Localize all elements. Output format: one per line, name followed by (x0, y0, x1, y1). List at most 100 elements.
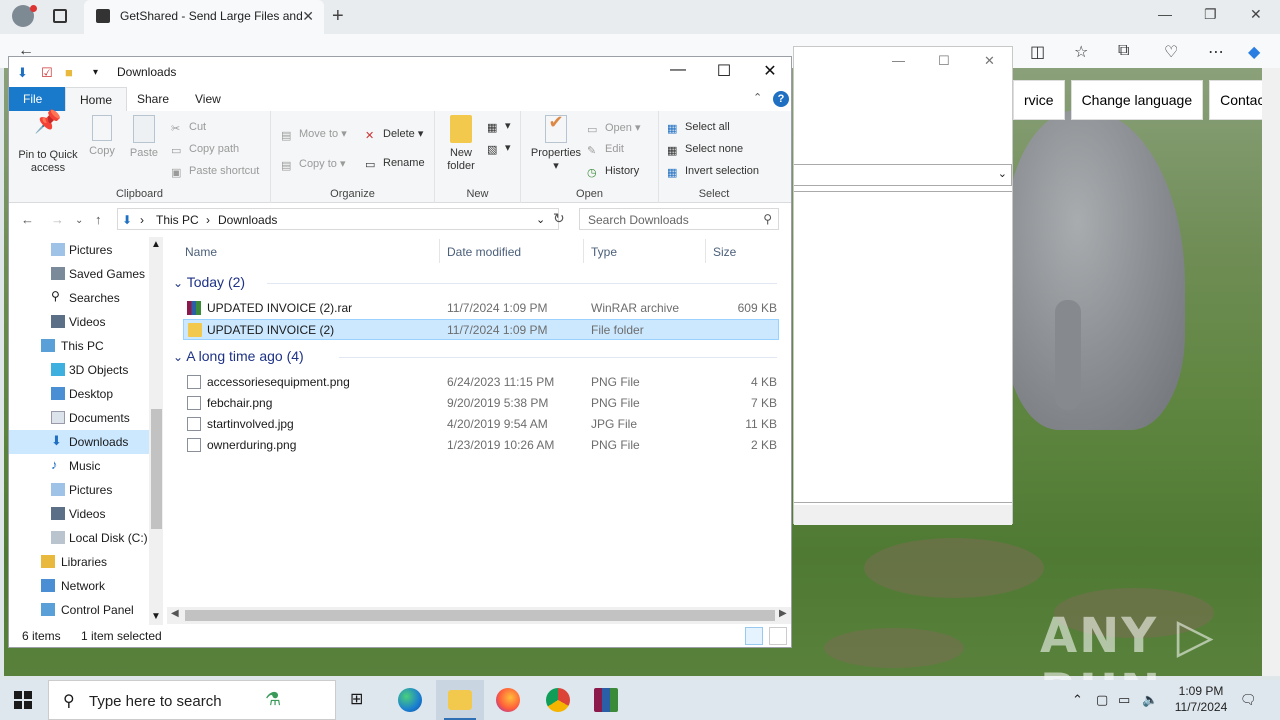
browser-essentials-icon[interactable]: ♡ (1164, 42, 1178, 62)
pin-quick-access-button[interactable]: 📌 Pin to Quick access (15, 111, 81, 175)
favorites-icon[interactable]: ☆ (1074, 42, 1088, 62)
collections-icon[interactable]: ⧉ (1118, 42, 1129, 60)
column-type[interactable]: Type (591, 245, 617, 259)
nav-item-documents[interactable]: Documents (9, 406, 149, 430)
page-scrollbar[interactable] (1262, 68, 1280, 676)
help-icon[interactable]: ? (773, 91, 789, 107)
scroll-right-icon[interactable]: ▶ (779, 608, 787, 619)
minimize-button[interactable]: — (655, 61, 701, 79)
notifications-icon[interactable]: 🗨 (1240, 692, 1257, 708)
dialog-list-box[interactable] (794, 191, 1012, 503)
file-row-folder[interactable]: UPDATED INVOICE (2) 11/7/2024 1:09 PM Fi… (183, 319, 779, 340)
nav-item-control-panel[interactable]: Control Panel (9, 598, 149, 622)
browser-restore-button[interactable]: ❐ (1204, 6, 1217, 23)
select-none-button[interactable]: ▦ Select none (667, 143, 743, 157)
browser-tab[interactable]: GetShared - Send Large Files and ✕ (84, 0, 324, 34)
tab-view[interactable]: View (181, 87, 235, 111)
search-input[interactable]: Search Downloads ⚲ (579, 208, 779, 230)
nav-link-change-language[interactable]: Change language (1070, 80, 1204, 120)
copilot-icon[interactable]: ◆ (1248, 42, 1260, 62)
maximize-button[interactable]: ☐ (701, 61, 747, 81)
new-folder-quick-icon[interactable]: ■ (65, 65, 73, 80)
nav-item-desktop[interactable]: Desktop (9, 382, 149, 406)
up-arrow-icon[interactable]: ↑ (95, 212, 102, 227)
new-folder-button[interactable]: New folder (443, 115, 479, 173)
volume-icon[interactable]: 🔈 (1142, 692, 1158, 708)
scroll-down-icon[interactable]: ▼ (151, 611, 161, 622)
taskbar-search-box[interactable]: ⚲ Type here to search ⚗ (48, 680, 336, 720)
breadcrumb-this-pc[interactable]: This PC (156, 213, 199, 227)
nav-item-local-disk[interactable]: Local Disk (C:) (9, 526, 149, 550)
close-button[interactable]: ✕ (747, 61, 793, 81)
browser-minimize-button[interactable]: — (1158, 6, 1172, 22)
browser-close-button[interactable]: ✕ (1250, 6, 1262, 23)
paste-button[interactable]: Paste (127, 115, 161, 160)
winrar-taskbar-button[interactable] (582, 680, 630, 720)
more-menu-icon[interactable]: ⋯ (1208, 42, 1224, 62)
new-item-button[interactable]: ▦ ▾ (487, 119, 511, 134)
large-icons-view-icon[interactable] (769, 627, 787, 645)
file-row-rar[interactable]: UPDATED INVOICE (2).rar 11/7/2024 1:09 P… (183, 298, 779, 319)
nav-item-this-pc[interactable]: This PC (9, 334, 149, 358)
recent-locations-icon[interactable]: ⌄ (75, 215, 83, 226)
windows-start-icon[interactable] (14, 691, 32, 709)
back-arrow-icon[interactable]: ← (21, 212, 34, 227)
nav-item-saved-games[interactable]: Saved Games (9, 262, 149, 286)
nav-item-videos-2[interactable]: Videos (9, 502, 149, 526)
column-date-modified[interactable]: Date modified (447, 245, 521, 259)
explorer-taskbar-button[interactable] (436, 680, 484, 720)
nav-item-libraries[interactable]: Libraries (9, 550, 149, 574)
show-hidden-icons-icon[interactable]: ⌃ (1072, 692, 1083, 708)
select-all-button[interactable]: ▦ Select all (667, 121, 730, 135)
breadcrumb-downloads[interactable]: Downloads (218, 213, 277, 227)
file-row[interactable]: ownerduring.png 1/23/2019 10:26 AM PNG F… (183, 435, 779, 456)
dialog-minimize-icon[interactable]: — (892, 53, 905, 68)
move-to-button[interactable]: ▤ Move to ▾ (281, 127, 347, 142)
nav-item-videos[interactable]: Videos (9, 310, 149, 334)
copy-path-button[interactable]: ▭ Copy path (171, 143, 239, 157)
scroll-up-icon[interactable]: ▲ (151, 239, 161, 250)
dialog-maximize-icon[interactable]: ☐ (938, 53, 950, 69)
network-tray-icon[interactable]: ▭ (1118, 692, 1130, 708)
rename-button[interactable]: ▭ Rename (365, 157, 425, 171)
nav-item-music[interactable]: ♪ Music (9, 454, 149, 478)
nav-item-pictures-2[interactable]: Pictures (9, 478, 149, 502)
delete-button[interactable]: ✕ Delete ▾ (365, 127, 423, 142)
file-row[interactable]: accessoriesequipment.png 6/24/2023 11:15… (183, 372, 779, 393)
forward-arrow-icon[interactable]: → (51, 212, 64, 227)
customize-quick-access-icon[interactable]: ▾ (93, 67, 98, 78)
horizontal-scroll-thumb[interactable] (185, 610, 775, 621)
copy-to-button[interactable]: ▤ Copy to ▾ (281, 157, 346, 172)
taskbar-clock[interactable]: 1:09 PM 11/7/2024 (1160, 683, 1242, 715)
edit-button[interactable]: ✎ Edit (587, 143, 624, 157)
horizontal-scrollbar[interactable]: ◀ ▶ (167, 607, 791, 624)
cut-button[interactable]: ✂ Cut (171, 121, 206, 135)
group-today[interactable]: ⌄ Today (2) (173, 274, 245, 290)
address-dropdown-icon[interactable]: ⌄ (536, 213, 545, 226)
easy-access-button[interactable]: ▧ ▾ (487, 141, 511, 156)
nav-item-network[interactable]: Network (9, 574, 149, 598)
tab-share[interactable]: Share (123, 87, 183, 111)
nav-link-service[interactable]: rvice (1013, 80, 1065, 120)
new-tab-button[interactable]: + (332, 5, 344, 28)
tab-home[interactable]: Home (65, 87, 128, 111)
tab-file[interactable]: File (9, 87, 65, 111)
nav-item-pictures[interactable]: Pictures (9, 238, 149, 262)
paste-shortcut-button[interactable]: ▣ Paste shortcut (171, 165, 259, 179)
group-long-ago[interactable]: ⌄ A long time ago (4) (173, 348, 304, 364)
file-row[interactable]: startinvolved.jpg 4/20/2019 9:54 AM JPG … (183, 414, 779, 435)
split-screen-icon[interactable]: ◫ (1030, 42, 1045, 62)
properties-button[interactable]: ✔ Properties ▾ (527, 113, 585, 173)
dialog-dropdown[interactable]: ⌄ (794, 164, 1012, 186)
file-row[interactable]: febchair.png 9/20/2019 5:38 PM PNG File … (183, 393, 779, 414)
collapse-ribbon-icon[interactable]: ⌃ (753, 91, 762, 104)
edge-taskbar-button[interactable] (386, 680, 434, 720)
nav-item-3d-objects[interactable]: 3D Objects (9, 358, 149, 382)
scroll-left-icon[interactable]: ◀ (171, 608, 179, 619)
tab-actions-icon[interactable] (53, 9, 67, 23)
nav-item-downloads[interactable]: ⬇ Downloads (9, 430, 149, 454)
nav-item-searches[interactable]: ⚲ Searches (9, 286, 149, 310)
nav-scroll-thumb[interactable] (151, 409, 162, 529)
tab-close-icon[interactable]: ✕ (302, 8, 314, 25)
firefox-taskbar-button[interactable] (484, 680, 532, 720)
